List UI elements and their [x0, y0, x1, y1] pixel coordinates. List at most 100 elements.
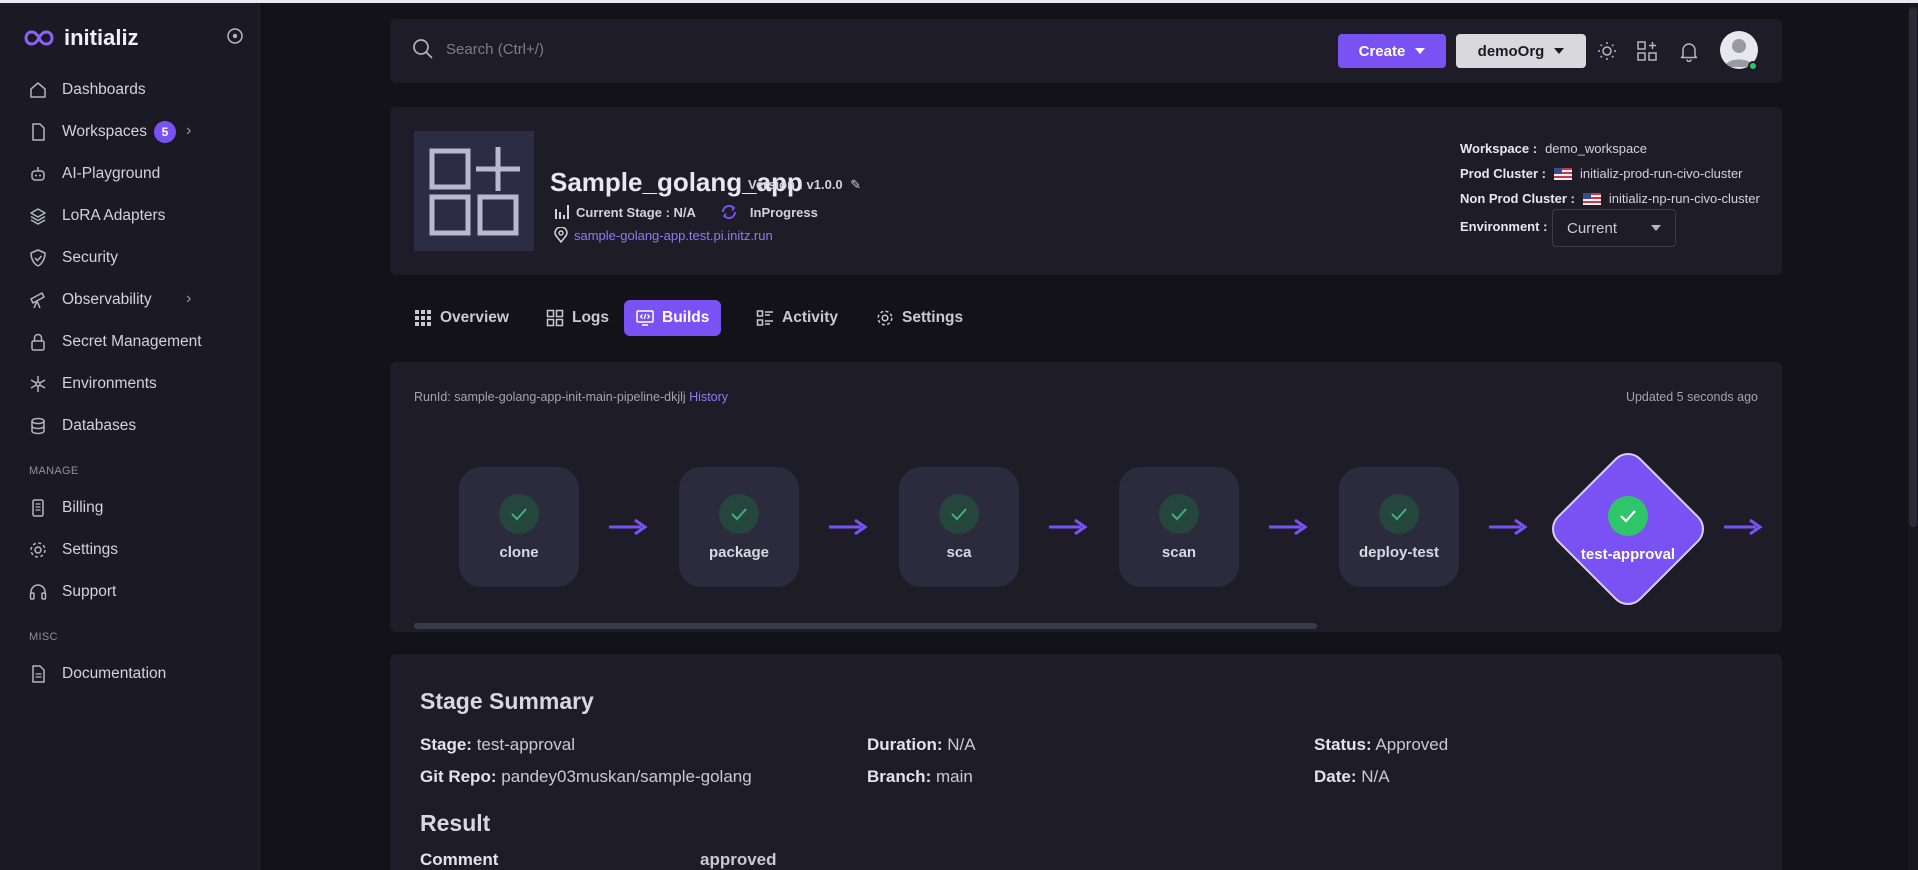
- arrow-right-icon: [1269, 519, 1308, 535]
- stage-node-deploy-test[interactable]: deploy-test: [1339, 467, 1459, 587]
- caret-down-icon: [1554, 48, 1565, 54]
- org-label: demoOrg: [1477, 42, 1545, 60]
- apps-grid-icon[interactable]: [1636, 40, 1658, 62]
- sidebar-item-environments[interactable]: Environments: [28, 372, 238, 396]
- sidebar-item-ai-playground[interactable]: AI-Playground: [28, 162, 238, 186]
- nonprod-cluster-value: initializ-np-run-civo-cluster: [1608, 191, 1760, 206]
- stage-label: sca: [946, 543, 972, 561]
- bell-icon[interactable]: [1678, 40, 1700, 62]
- sidebar-item-label: Security: [62, 249, 118, 266]
- summary-key: Duration:: [867, 735, 943, 754]
- sidebar-item-settings[interactable]: Settings: [28, 538, 238, 562]
- brand[interactable]: initializ: [24, 25, 139, 51]
- comment-value: approved: [700, 850, 777, 869]
- page-scrollbar[interactable]: [1908, 3, 1918, 870]
- environment-meta: Environment :: [1460, 219, 1547, 234]
- check-circle-icon: [939, 493, 979, 534]
- page-scrollbar-thumb[interactable]: [1909, 7, 1917, 527]
- app-info-card: Sample_golang_app Version : v1.0.0 ✎ Cur…: [390, 107, 1782, 275]
- section-label-manage: MANAGE: [29, 465, 79, 477]
- sidebar-item-support[interactable]: Support: [28, 580, 238, 604]
- app-url-link[interactable]: sample-golang-app.test.pi.initz.run: [554, 227, 773, 243]
- search-placeholder: Search (Ctrl+/): [446, 40, 544, 58]
- search-input[interactable]: Search (Ctrl+/): [412, 38, 544, 60]
- prod-cluster-label: Prod Cluster :: [1460, 166, 1546, 181]
- check-circle-icon: [499, 493, 539, 534]
- nonprod-cluster-meta: Non Prod Cluster : initializ-np-run-civo…: [1460, 191, 1760, 206]
- stage-summary-title: Stage Summary: [420, 688, 594, 714]
- comment-label: Comment: [420, 850, 499, 869]
- summary-key: Branch:: [867, 767, 932, 786]
- summary-key: Git Repo:: [420, 767, 497, 786]
- bar-chart-icon: [555, 205, 569, 219]
- result-title: Result: [420, 810, 491, 836]
- sidebar-item-workspaces[interactable]: Workspaces: [28, 120, 238, 144]
- sidebar-item-label: Documentation: [62, 665, 167, 682]
- stage-node-clone[interactable]: clone: [459, 467, 579, 587]
- summary-value: Approved: [1375, 735, 1449, 754]
- stage-node-test-approval[interactable]: test-approval: [1544, 445, 1712, 613]
- sidebar-item-label: Databases: [62, 417, 137, 434]
- caret-down-icon: [1415, 48, 1426, 54]
- sidebar-item-label: LoRA Adapters: [62, 207, 166, 224]
- sidebar-item-dashboards[interactable]: Dashboards: [28, 78, 238, 102]
- sidebar-item-label: Billing: [62, 499, 104, 516]
- document-icon: [32, 665, 45, 683]
- stage-node-package[interactable]: package: [679, 467, 799, 587]
- summary-key: Date:: [1314, 767, 1357, 786]
- history-link[interactable]: History: [689, 390, 728, 404]
- environment-select[interactable]: Current: [1552, 209, 1676, 247]
- sidebar-item-label: AI-Playground: [62, 165, 161, 182]
- sidebar-item-secret-management[interactable]: Secret Management: [28, 330, 238, 354]
- summary-value: test-approval: [476, 735, 575, 754]
- workspace-meta: Workspace : demo_workspace: [1460, 141, 1647, 156]
- app-grid-plus-icon: [429, 147, 520, 236]
- tab-logs[interactable]: Logs: [534, 300, 621, 336]
- workspaces-count-badge: 5: [154, 121, 176, 143]
- receipt-icon: [32, 499, 44, 517]
- summary-status: Status: Approved: [1314, 735, 1448, 755]
- sidebar-item-documentation[interactable]: Documentation: [28, 662, 238, 686]
- stage-summary-card: Stage Summary Stage: test-approval Durat…: [390, 654, 1782, 870]
- sidebar-item-observability[interactable]: Observability: [28, 288, 238, 312]
- shield-icon: [30, 249, 46, 267]
- section-label-misc: MISC: [29, 631, 58, 643]
- summary-key: Status:: [1314, 735, 1372, 754]
- sidebar-item-billing[interactable]: Billing: [28, 496, 238, 520]
- gear-icon: [30, 542, 46, 558]
- tab-overview[interactable]: Overview: [402, 300, 521, 336]
- brand-name: initializ: [64, 25, 139, 50]
- org-switcher-button[interactable]: demoOrg: [1456, 34, 1586, 68]
- tab-builds[interactable]: Builds: [624, 300, 722, 336]
- sidebar-item-lora-adapters[interactable]: LoRA Adapters: [28, 204, 238, 228]
- tab-settings[interactable]: Settings: [864, 300, 975, 336]
- sidebar-item-databases[interactable]: Databases: [28, 414, 238, 438]
- stage-node-scan[interactable]: scan: [1119, 467, 1239, 587]
- grid-dots-icon: [415, 310, 431, 326]
- stage-label: package: [708, 543, 770, 561]
- sun-icon[interactable]: [1596, 40, 1618, 62]
- tab-label: Overview: [440, 309, 509, 326]
- prod-cluster-meta: Prod Cluster : initializ-prod-run-civo-c…: [1460, 166, 1743, 181]
- create-button[interactable]: Create: [1338, 34, 1446, 68]
- lock-icon: [31, 333, 45, 351]
- workspace-label: Workspace :: [1460, 141, 1538, 156]
- pipeline-card: RunId: sample-golang-app-init-main-pipel…: [390, 362, 1782, 632]
- create-button-label: Create: [1358, 42, 1406, 60]
- collapse-sidebar-icon[interactable]: [226, 27, 244, 45]
- sidebar-item-label: Workspaces: [62, 123, 147, 140]
- tab-activity[interactable]: Activity: [744, 300, 850, 336]
- chevron-right-icon[interactable]: ›: [186, 290, 191, 308]
- headset-icon: [29, 584, 47, 600]
- check-circle-icon: [719, 493, 759, 534]
- stage-diamond-content: test-approval: [1545, 446, 1711, 612]
- chevron-right-icon[interactable]: ›: [186, 122, 191, 140]
- tab-label: Logs: [572, 309, 610, 326]
- sidebar-item-security[interactable]: Security: [28, 246, 238, 270]
- sidebar-item-label: Observability: [62, 291, 152, 308]
- edit-pencil-icon[interactable]: ✎: [850, 177, 861, 192]
- stage-node-sca[interactable]: sca: [899, 467, 1019, 587]
- environment-value: Current: [1567, 219, 1618, 237]
- top-header: Search (Ctrl+/) Create demoOrg: [390, 19, 1782, 83]
- pipeline-scrollbar[interactable]: [414, 623, 1317, 629]
